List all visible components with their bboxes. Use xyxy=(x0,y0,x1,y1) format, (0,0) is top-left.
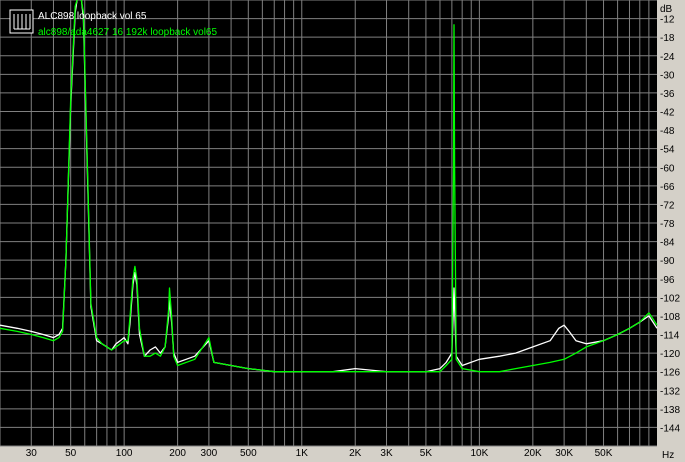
legend-entry-series-1: ALC898 loopback vol 65 xyxy=(38,11,147,22)
y-tick-label: -126 xyxy=(660,368,680,379)
x-tick-label: 300 xyxy=(201,448,218,459)
y-tick-label: -24 xyxy=(660,52,675,63)
x-axis-unit: Hz xyxy=(662,450,674,461)
x-tick-label: 10K xyxy=(470,448,488,459)
y-tick-label: -102 xyxy=(660,293,680,304)
y-tick-label: -120 xyxy=(660,349,680,360)
y-tick-label: -36 xyxy=(660,89,675,100)
y-tick-label: -54 xyxy=(660,145,675,156)
y-tick-label: -12 xyxy=(660,15,675,26)
y-tick-label: -18 xyxy=(660,33,675,44)
y-tick-label: -96 xyxy=(660,275,675,286)
y-tick-label: -60 xyxy=(660,163,675,174)
x-tick-label: 500 xyxy=(240,448,257,459)
x-tick-label: 100 xyxy=(116,448,133,459)
y-tick-label: -138 xyxy=(660,405,680,416)
y-tick-label: -84 xyxy=(660,238,675,249)
chart-frame: ALC898 loopback vol 65 alc898/ada4627 16… xyxy=(0,0,685,462)
y-tick-label: -66 xyxy=(660,182,675,193)
x-tick-label: 3K xyxy=(380,448,393,459)
spectrum-chart: ALC898 loopback vol 65 alc898/ada4627 16… xyxy=(0,0,680,461)
x-axis-tick-labels: 30 50 100 200 300 500 1K 2K 3K 5K 10K 20K 30K 50K xyxy=(26,448,613,459)
x-tick-label: 200 xyxy=(169,448,186,459)
x-tick-label: 50K xyxy=(595,448,613,459)
x-tick-label: 20K xyxy=(524,448,542,459)
legend-entry-series-2: alc898/ada4627 16 192k loopback vol65 xyxy=(38,27,217,38)
x-tick-label: 5K xyxy=(420,448,433,459)
y-tick-label: -72 xyxy=(660,200,675,211)
x-tick-label: 1K xyxy=(296,448,309,459)
y-tick-label: -48 xyxy=(660,126,675,137)
y-tick-label: -30 xyxy=(660,70,675,81)
x-tick-label: 30K xyxy=(555,448,573,459)
y-axis-unit: dB xyxy=(660,4,673,15)
x-tick-label: 30 xyxy=(26,448,38,459)
x-tick-label: 2K xyxy=(349,448,362,459)
y-axis-tick-labels: -12 -18 -24 -30 -36 -42 -48 -54 -60 -66 -72 -78 -84 -… xyxy=(660,15,680,435)
y-tick-label: -132 xyxy=(660,386,680,397)
y-tick-label: -42 xyxy=(660,108,675,119)
y-tick-label: -78 xyxy=(660,219,675,230)
y-tick-label: -108 xyxy=(660,312,680,323)
y-tick-label: -90 xyxy=(660,256,675,267)
y-tick-label: -114 xyxy=(660,331,680,342)
x-tick-label: 50 xyxy=(65,448,77,459)
y-tick-label: -144 xyxy=(660,423,680,434)
